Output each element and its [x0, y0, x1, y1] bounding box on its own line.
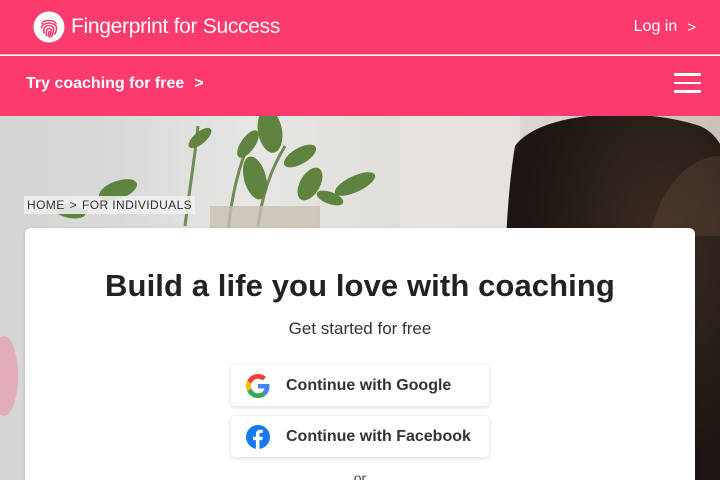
- try-coaching-label: Try coaching for free: [26, 75, 185, 92]
- signup-card: Build a life you love with coaching Get …: [25, 228, 695, 480]
- or-divider: or: [353, 470, 367, 480]
- google-g-icon: [246, 374, 270, 398]
- breadcrumb-separator: >: [69, 198, 78, 212]
- top-header-bar: Fingerprint for Success Log in >: [0, 0, 720, 55]
- brand-secondary: for Success: [168, 15, 281, 38]
- try-coaching-link[interactable]: Try coaching for free >: [26, 75, 204, 93]
- facebook-f-icon: [246, 425, 270, 449]
- login-link[interactable]: Log in >: [634, 18, 696, 36]
- continue-with-google-button[interactable]: Continue with Google: [231, 365, 489, 406]
- facebook-button-label: Continue with Facebook: [286, 428, 471, 445]
- breadcrumb-current[interactable]: FOR INDIVIDUALS: [82, 198, 192, 212]
- secondary-nav-bar: Try coaching for free >: [0, 56, 720, 116]
- page-subtitle: Get started for free: [288, 319, 432, 338]
- brand-logo[interactable]: Fingerprint for Success: [33, 11, 280, 43]
- breadcrumb-home[interactable]: HOME: [27, 198, 65, 212]
- page-title: Build a life you love with coaching: [105, 268, 615, 303]
- hamburger-menu-icon[interactable]: [674, 73, 701, 93]
- brand-name: Fingerprint for Success: [71, 15, 280, 39]
- brand-primary: Fingerprint: [71, 15, 169, 38]
- continue-with-facebook-button[interactable]: Continue with Facebook: [231, 416, 489, 457]
- google-button-label: Continue with Google: [286, 377, 452, 394]
- chevron-right-icon: >: [687, 18, 696, 36]
- fingerprint-logo-icon: [33, 11, 65, 43]
- breadcrumb: HOME > FOR INDIVIDUALS: [24, 196, 196, 214]
- login-label: Log in: [633, 18, 678, 35]
- chevron-right-icon: >: [194, 75, 204, 92]
